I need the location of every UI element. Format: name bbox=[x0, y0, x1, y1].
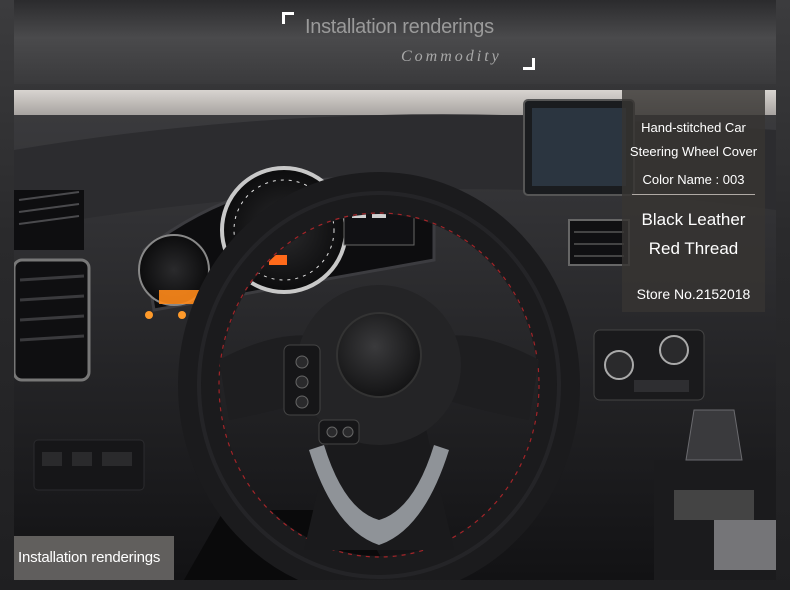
corner-bracket-top-left bbox=[282, 12, 294, 24]
color-name: Color Name : 003 bbox=[642, 172, 745, 187]
corner-bracket-bottom-right bbox=[523, 58, 535, 70]
climate-controls bbox=[593, 329, 705, 401]
product-name-line1: Hand-stitched Car bbox=[641, 120, 746, 135]
store-number: Store No.2152018 bbox=[636, 286, 751, 302]
info-divider bbox=[632, 194, 755, 195]
section-header: Installation renderings Commodity bbox=[14, 0, 776, 84]
product-name-line2: Steering Wheel Cover bbox=[629, 144, 758, 159]
center-display bbox=[523, 99, 635, 196]
left-spoke-buttons bbox=[283, 344, 321, 416]
center-vents bbox=[568, 219, 630, 266]
material-label: Black Leather bbox=[641, 210, 746, 229]
lower-spoke-buttons bbox=[318, 419, 360, 445]
thread-label: Red Thread bbox=[648, 239, 739, 258]
product-page: Installation renderings Commodity Hand-s… bbox=[0, 0, 790, 590]
horn-pad bbox=[336, 312, 422, 398]
section-subtitle: Commodity bbox=[401, 48, 502, 65]
section-title: Installation renderings bbox=[305, 16, 494, 38]
photo-caption-text: Installation renderings bbox=[18, 549, 161, 566]
product-info-box: Hand-stitched Car Steering Wheel Cover C… bbox=[622, 90, 765, 312]
left-air-vent bbox=[14, 190, 91, 382]
left-switch-panel bbox=[33, 439, 145, 491]
photo-caption: Installation renderings bbox=[14, 536, 174, 580]
